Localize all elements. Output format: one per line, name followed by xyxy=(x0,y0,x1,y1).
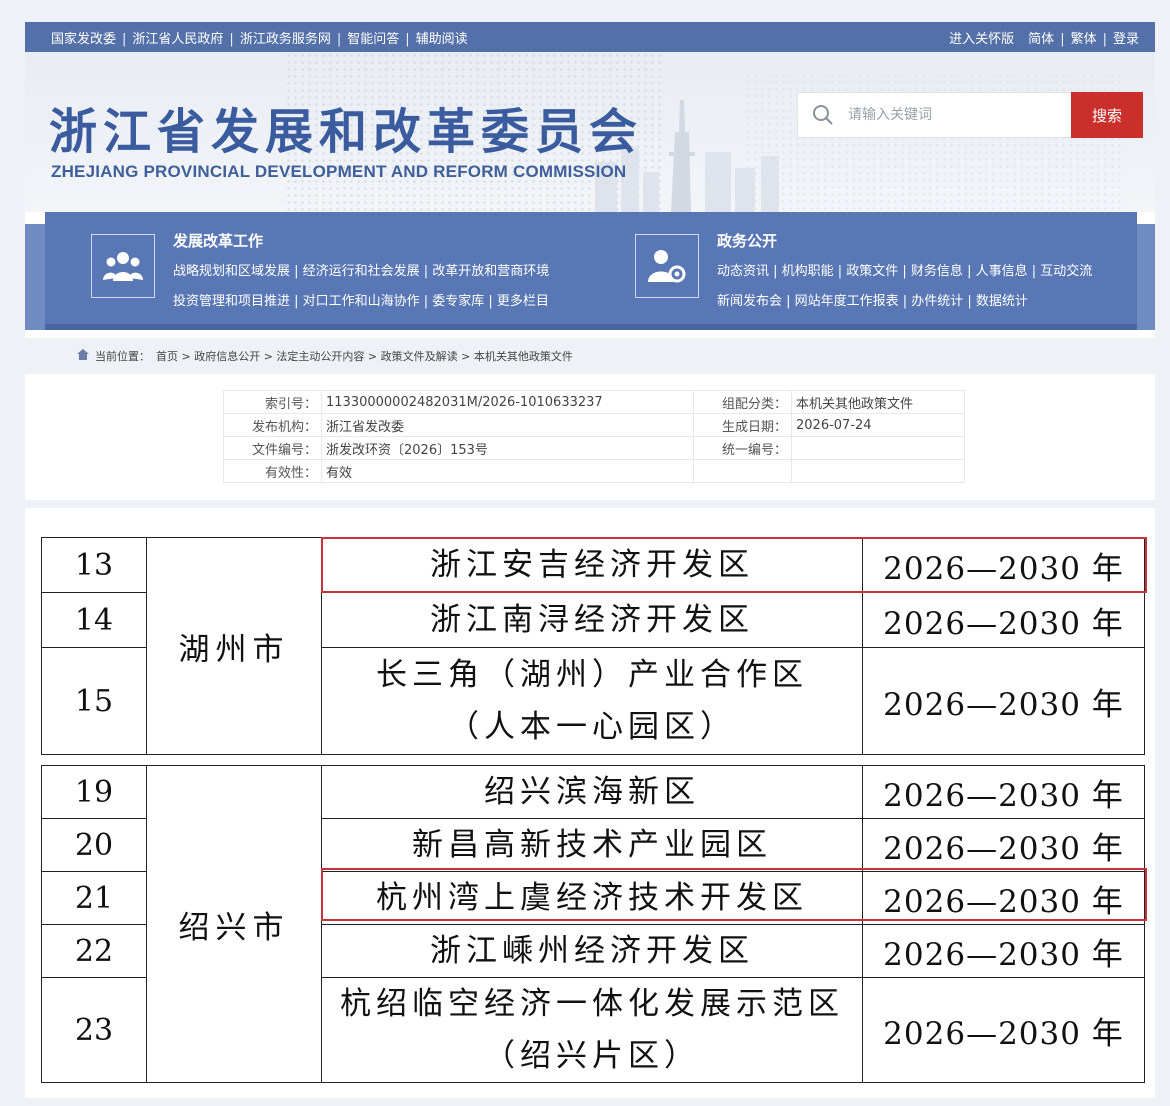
top-bar: 国家发改委 | 浙江省人民政府 | 浙江政务服务网 | 智能问答 | 辅助阅读 进入关怀版 简体 |… xyxy=(25,22,1155,52)
row-number: 20 xyxy=(41,818,147,872)
period-cell: 2026—2030 年 xyxy=(862,647,1145,755)
zone-name-sub: （绍兴片区） xyxy=(484,1038,700,1074)
search-icon xyxy=(798,104,848,126)
meta-label: 有效性： xyxy=(223,459,322,483)
nav-links-row[interactable]: 新闻发布会 | 网站年度工作报表 | 办件统计 | 数据统计 xyxy=(717,290,1028,309)
breadcrumb: 当前位置： 首页 > 政府信息公开 > 法定主动公开内容 > 政策文件及解读 >… xyxy=(25,338,1155,374)
breadcrumb-label: 当前位置： xyxy=(95,350,150,363)
simplified-link[interactable]: 简体 xyxy=(1028,32,1054,47)
shaoxing-zone-table: 19 绍兴市 绍兴滨海新区 2026—2030 年 20 新昌高新技术产业园区 … xyxy=(41,765,1145,1083)
meta-value: 浙发改环资〔2026〕153号 xyxy=(321,436,694,460)
people-group-icon[interactable] xyxy=(91,234,155,298)
city-cell: 湖州市 xyxy=(146,537,322,755)
link-smart-qa[interactable]: 智能问答 xyxy=(347,32,399,47)
period-cell: 2026—2030 年 xyxy=(862,818,1145,872)
table-row: 13 湖州市 浙江安吉经济开发区 2026—2030 年 xyxy=(41,537,1145,755)
search-button[interactable]: 搜索 xyxy=(1071,92,1143,138)
period-cell: 2026—2030 年 xyxy=(862,765,1145,819)
period-cell: 2026—2030 年 xyxy=(862,977,1145,1083)
table-row: 19 绍兴市 绍兴滨海新区 2026—2030 年 xyxy=(41,765,1145,1083)
user-gear-icon[interactable] xyxy=(635,234,699,298)
period-cell: 2026—2030 年 xyxy=(862,871,1145,925)
traditional-link[interactable]: 繁体 xyxy=(1071,32,1097,47)
nav-block-title[interactable]: 政务公开 xyxy=(717,230,777,251)
meta-label: 组配分类： xyxy=(693,390,792,414)
period-cell: 2026—2030 年 xyxy=(862,924,1145,978)
row-number: 13 xyxy=(41,537,147,593)
meta-value: 11330000002482031M/2026-1010633237 xyxy=(321,390,694,414)
meta-value: 本机关其他政策文件 xyxy=(791,390,965,414)
zone-name-cell: 杭绍临空经济一体化发展示范区 （绍兴片区） xyxy=(321,977,863,1083)
link-zj-government[interactable]: 浙江省人民政府 xyxy=(132,32,223,47)
zone-name-sub: （人本一心园区） xyxy=(448,709,736,745)
huzhou-zone-table: 13 湖州市 浙江安吉经济开发区 2026—2030 年 14 浙江南浔经济开发… xyxy=(41,537,1145,755)
care-mode-link[interactable]: 进入关怀版 xyxy=(949,32,1014,47)
meta-label: 文件编号： xyxy=(223,436,322,460)
meta-value xyxy=(791,436,965,460)
city-cell: 绍兴市 xyxy=(146,765,322,1083)
row-number: 23 xyxy=(41,977,147,1083)
website-screenshot: 国家发改委 | 浙江省人民政府 | 浙江政务服务网 | 智能问答 | 辅助阅读 进入关怀版 简体 |… xyxy=(25,22,1155,500)
link-ndrc[interactable]: 国家发改委 xyxy=(51,32,116,47)
zone-name: 浙江安吉经济开发区 xyxy=(321,537,863,593)
link-zj-service[interactable]: 浙江政务服务网 xyxy=(240,32,331,47)
nav-links-row[interactable]: 投资管理和项目推进 | 对口工作和山海协作 | 委专家库 | 更多栏目 xyxy=(173,290,549,309)
zone-name: 长三角（湖州）产业合作区 xyxy=(376,657,808,693)
document-table-card: 13 湖州市 浙江安吉经济开发区 2026—2030 年 14 浙江南浔经济开发… xyxy=(25,508,1155,1098)
search-box: 搜索 xyxy=(797,92,1143,138)
document-meta-table: 索引号： 11330000002482031M/2026-1010633237 … xyxy=(223,390,965,483)
row-number: 21 xyxy=(41,871,147,925)
home-icon xyxy=(77,349,89,363)
meta-value: 2026-07-24 xyxy=(791,413,965,437)
meta-label: 统一编号： xyxy=(693,436,792,460)
zone-name: 浙江南浔经济开发区 xyxy=(321,592,863,648)
meta-empty-cell xyxy=(693,459,792,483)
nav-links-row[interactable]: 动态资讯 | 机构职能 | 政策文件 | 财务信息 | 人事信息 | 互动交流 xyxy=(717,260,1092,279)
meta-label: 发布机构： xyxy=(223,413,322,437)
zone-name: 新昌高新技术产业园区 xyxy=(321,818,863,872)
site-title-en: ZHEJIANG PROVINCIAL DEVELOPMENT AND REFO… xyxy=(51,162,627,181)
top-links: 国家发改委 | 浙江省人民政府 | 浙江政务服务网 | 智能问答 | 辅助阅读 xyxy=(51,31,468,47)
site-title: 浙江省发展和改革委员会 xyxy=(49,104,644,160)
breadcrumb-path[interactable]: 首页 > 政府信息公开 > 法定主动公开内容 > 政策文件及解读 > 本机关其他… xyxy=(156,348,573,364)
period-cell: 2026—2030 年 xyxy=(862,592,1145,648)
meta-empty-cell xyxy=(791,459,965,483)
meta-value: 有效 xyxy=(321,459,694,483)
meta-label: 索引号： xyxy=(223,390,322,414)
zone-name-cell: 长三角（湖州）产业合作区 （人本一心园区） xyxy=(321,647,863,755)
zone-name: 绍兴滨海新区 xyxy=(321,765,863,819)
nav-panel: 发展改革工作 战略规划和区域发展 | 经济运行和社会发展 | 改革开放和营商环境… xyxy=(25,212,1155,330)
meta-value: 浙江省发改委 xyxy=(321,413,694,437)
zone-name: 杭州湾上虞经济技术开发区 xyxy=(321,871,863,925)
zone-name: 浙江嵊州经济开发区 xyxy=(321,924,863,978)
row-number: 15 xyxy=(41,647,147,755)
row-number: 22 xyxy=(41,924,147,978)
site-header: 浙江省发展和改革委员会 ZHEJIANG PROVINCIAL DEVELOPM… xyxy=(25,52,1155,212)
period-cell: 2026—2030 年 xyxy=(862,537,1145,593)
login-link[interactable]: 登录 xyxy=(1113,32,1139,47)
top-right-links: 进入关怀版 简体 | 繁体 | 登录 xyxy=(949,31,1139,47)
row-number: 19 xyxy=(41,765,147,819)
zone-name: 杭绍临空经济一体化发展示范区 xyxy=(340,986,844,1022)
search-input[interactable] xyxy=(848,93,1071,137)
row-number: 14 xyxy=(41,592,147,648)
meta-label: 生成日期： xyxy=(693,413,792,437)
nav-block-title[interactable]: 发展改革工作 xyxy=(173,230,263,251)
link-assist-reading[interactable]: 辅助阅读 xyxy=(416,32,468,47)
nav-links-row[interactable]: 战略规划和区域发展 | 经济运行和社会发展 | 改革开放和营商环境 xyxy=(173,260,549,279)
